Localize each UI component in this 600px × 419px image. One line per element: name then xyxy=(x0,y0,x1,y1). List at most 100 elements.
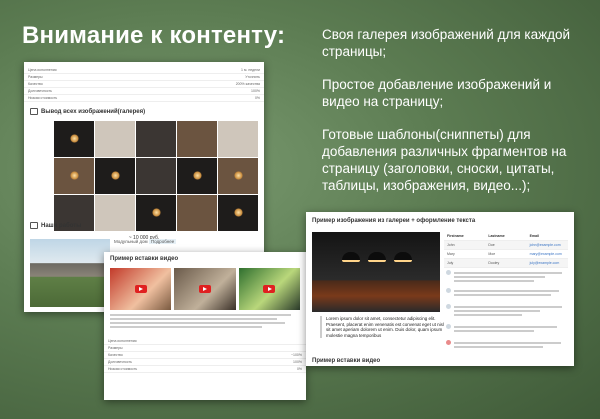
gallery-thumb[interactable] xyxy=(218,158,258,194)
table-header: Email xyxy=(529,234,539,238)
info-note xyxy=(446,270,568,284)
lamps-photo[interactable] xyxy=(312,232,440,312)
spec-value: Уточнить xyxy=(245,75,260,79)
gallery-thumb[interactable] xyxy=(177,121,217,157)
info-note xyxy=(446,288,568,298)
spec-value: 0% xyxy=(296,367,302,371)
modular-house-label: Модульный дом xyxy=(114,239,148,244)
spec-label: Долговечность xyxy=(108,360,132,364)
warning-icon xyxy=(446,340,451,345)
video-embed[interactable] xyxy=(238,268,300,310)
modular-house-item[interactable]: Модульный дом Подробнее xyxy=(114,239,177,244)
table-row: July Dooley july@example.com xyxy=(444,259,568,268)
gallery-thumb[interactable] xyxy=(177,158,217,194)
spec-label: Цена исполнения xyxy=(28,68,57,72)
gallery-thumb[interactable] xyxy=(136,121,176,157)
table-cell: Mary xyxy=(447,252,455,256)
gallery-thumb[interactable] xyxy=(136,195,176,231)
warning-note xyxy=(446,340,568,350)
spec-row: Долговечность 100% xyxy=(24,88,264,95)
gallery-thumb[interactable] xyxy=(95,121,135,157)
gallery-thumb[interactable] xyxy=(177,195,217,231)
gallery-thumb[interactable] xyxy=(136,158,176,194)
gallery-title: Вывод всех изображений(галерея) xyxy=(24,108,264,115)
more-badge[interactable]: Подробнее xyxy=(148,239,177,244)
spec-label: Низкая стоимость xyxy=(108,367,138,371)
video-embed[interactable] xyxy=(110,268,172,310)
spec-value: 100% xyxy=(251,89,260,93)
spec-row: Низкая стоимость 0% xyxy=(104,366,306,373)
spec-label: Качество xyxy=(28,82,43,86)
table-cell: Doe xyxy=(488,243,495,247)
gallery-title-text: Вывод всех изображений(галерея) xyxy=(41,108,146,115)
spec-label: Размеры xyxy=(28,75,43,79)
spec-label: Размеры xyxy=(108,346,123,350)
table-cell-email[interactable]: mary@example.com xyxy=(527,252,568,256)
play-icon[interactable] xyxy=(198,285,211,293)
spec-value: 1 м. недели xyxy=(241,68,260,72)
spec-value: 0% xyxy=(254,96,260,100)
house-photo[interactable] xyxy=(30,239,110,307)
gallery-thumb[interactable] xyxy=(95,195,135,231)
gallery-thumb[interactable] xyxy=(218,121,258,157)
table-cell-email[interactable]: july@example.com xyxy=(527,261,568,265)
spec-row: Качество 200% качества xyxy=(24,81,264,88)
image-gallery xyxy=(54,121,258,231)
info-note xyxy=(446,324,568,334)
table-cell-email[interactable]: john@example.com xyxy=(527,243,568,247)
info-icon xyxy=(446,288,451,293)
video-embed[interactable] xyxy=(174,268,236,310)
table-cell: July xyxy=(447,261,454,265)
video-row xyxy=(110,268,300,310)
table-cell: Moe xyxy=(488,252,496,256)
play-icon[interactable] xyxy=(263,285,276,293)
feature-list: Своя галерея изображений для каждой стра… xyxy=(322,26,584,210)
spec-value: ~100% xyxy=(291,353,302,357)
spec-value: 100% xyxy=(293,360,302,364)
table-header: Firstname xyxy=(447,234,464,238)
gallery-thumb[interactable] xyxy=(95,158,135,194)
video-captions xyxy=(110,314,300,328)
camera-icon xyxy=(30,108,38,115)
gallery-thumb[interactable] xyxy=(218,195,258,231)
info-icon xyxy=(446,324,451,329)
blockquote-text: Lorem ipsum dolor sit amet, consectetur … xyxy=(320,316,444,338)
works-title-text: Наши работы xyxy=(41,222,82,229)
video-title: Пример вставки видео xyxy=(104,252,306,262)
video-title-text: Пример вставки видео xyxy=(110,256,179,262)
spec-row: Размеры xyxy=(104,345,306,352)
spec-row: Цена исполнения xyxy=(104,338,306,345)
gallery-thumb[interactable] xyxy=(54,158,94,194)
spec-label: Долговечность xyxy=(28,89,52,93)
info-note xyxy=(446,304,568,318)
spec-label: Качество xyxy=(108,353,123,357)
folder-icon xyxy=(30,222,38,229)
example-table: Firstname Lastname Email John Doe john@e… xyxy=(444,232,568,268)
spec-value: 200% качества xyxy=(235,82,260,86)
table-cell: Dooley xyxy=(488,261,500,265)
info-icon xyxy=(446,270,451,275)
text-card-title: Пример изображения из галереи + оформлен… xyxy=(306,212,574,224)
feature-item-media: Простое добавление изображений и видео н… xyxy=(322,77,552,109)
play-icon[interactable] xyxy=(134,285,147,293)
info-icon xyxy=(446,304,451,309)
table-row: Mary Moe mary@example.com xyxy=(444,250,568,259)
feature-item-gallery: Своя галерея изображений для каждой стра… xyxy=(322,27,571,59)
spec-row: Цена исполнения 1 м. недели xyxy=(24,67,264,74)
spec-row: Низкая стоимость 0% xyxy=(24,95,264,102)
text-card-title-text: Пример изображения из галереи + оформлен… xyxy=(312,218,476,224)
table-row: John Doe john@example.com xyxy=(444,241,568,250)
bottom-heading-text: Пример вставки видео xyxy=(312,358,381,364)
works-title: Наши работы xyxy=(24,222,87,229)
spec-row: Долговечность 100% xyxy=(104,359,306,366)
feature-item-snippets: Готовые шаблоны(сниппеты) для добавления… xyxy=(322,127,567,193)
spec-label: Цена исполнения xyxy=(108,339,137,343)
gallery-thumb[interactable] xyxy=(54,121,94,157)
table-header: Lastname xyxy=(488,234,505,238)
table-header-row: Firstname Lastname Email xyxy=(444,232,568,241)
spec-row: Качество ~100% xyxy=(104,352,306,359)
headline: Внимание к контенту: xyxy=(22,22,286,49)
text-format-screenshot: Пример изображения из галереи + оформлен… xyxy=(306,212,574,366)
bottom-heading: Пример вставки видео xyxy=(306,358,386,364)
spec-label: Низкая стоимость xyxy=(28,96,58,100)
